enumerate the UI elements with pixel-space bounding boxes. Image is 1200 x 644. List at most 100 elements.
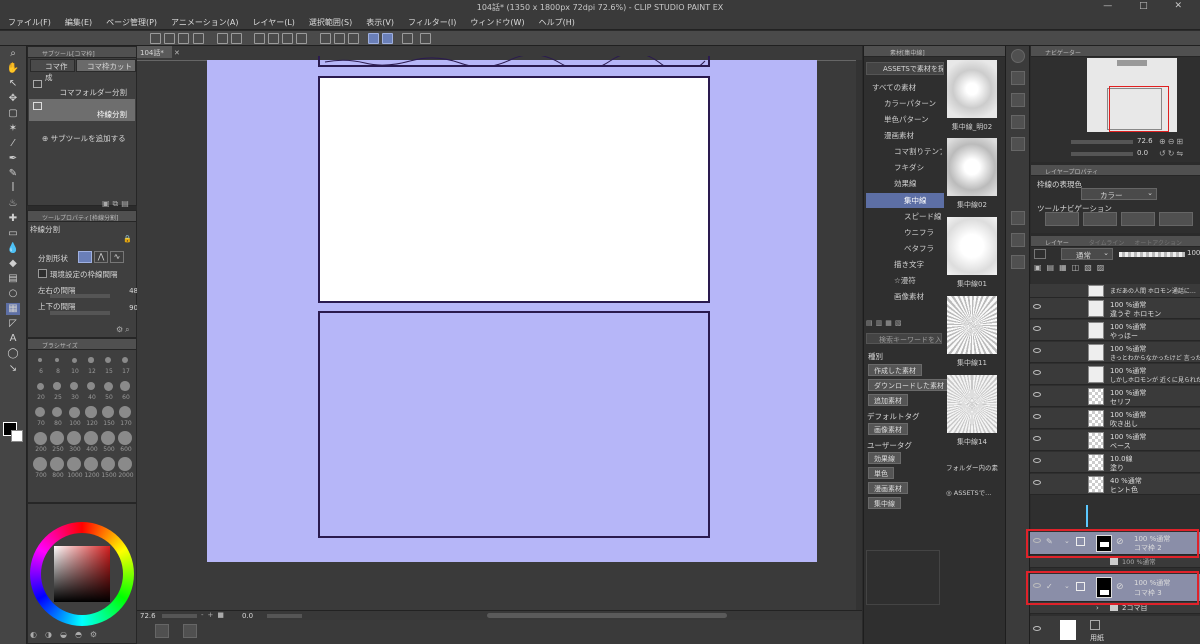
layer-row[interactable]: 100 %通常 ベース [1030,430,1200,451]
snap-icon[interactable] [334,33,345,44]
eyedropper-icon[interactable]: ⁄ [6,138,20,150]
animation-cels-icon[interactable] [1011,233,1025,247]
v-gap-slider[interactable] [50,311,110,315]
tree-uni-flash[interactable]: ウニフラ [904,227,934,238]
undo-icon[interactable] [217,33,228,44]
tree-frame-template[interactable]: コマ割りテンプレート [894,146,942,157]
layer-search-icon[interactable] [1011,211,1025,225]
brush-size-option[interactable] [68,406,80,418]
tag-manga[interactable]: 漫画素材 [868,482,908,494]
brush-size-option[interactable] [103,381,113,391]
item-bank-icon[interactable] [1011,137,1025,151]
crop-icon[interactable] [320,33,331,44]
layer-toolbar-icons[interactable]: ▣▤▦◫▧▨ [1034,263,1194,275]
menu-help[interactable]: ヘルプ(H) [531,14,581,28]
brush-size-option[interactable] [50,431,64,445]
brush-size-option[interactable] [54,357,60,363]
new-file-icon[interactable] [150,33,161,44]
zoom-value[interactable]: 72.6 [140,612,156,620]
panel-frame-3[interactable] [318,311,710,538]
navigator-viewport-box[interactable] [1109,86,1169,132]
menu-selection[interactable]: 選択範囲(S) [301,14,358,28]
visibility-eye-icon[interactable] [1033,348,1041,353]
subtool-footer-icons[interactable]: ▣⧉▤ [102,199,132,209]
blend-icon[interactable]: 💧 [6,243,20,255]
tab-auto-action[interactable]: オートアクション [1134,240,1182,247]
tree-manpu[interactable]: ☆漫符 [894,275,916,286]
ruler-tool-icon[interactable]: ◸ [6,318,20,330]
h-gap-value[interactable]: 48 [124,287,138,295]
subtool-item-border-split[interactable]: 枠線分割 [29,99,135,121]
shape-curve-button[interactable]: ∿ [110,251,124,263]
device-icon[interactable] [420,33,431,44]
canvas-page[interactable] [207,56,817,562]
tag-concentration[interactable]: 集中線 [868,497,901,509]
nav-button-3[interactable] [1121,212,1155,226]
layer-icon[interactable] [1011,255,1025,269]
tree-all[interactable]: すべての素材 [872,82,916,93]
tree-mono-pattern[interactable]: 単色パターン [884,114,929,125]
menu-page[interactable]: ページ管理(P) [98,14,163,28]
v-gap-value[interactable]: 90 [124,304,138,312]
brush-size-option[interactable] [50,457,64,471]
auto-select-icon[interactable]: ✶ [6,123,20,135]
save-icon[interactable] [178,33,189,44]
tree-balloon[interactable]: フキダシ [894,162,924,173]
env-gap-checkbox[interactable] [38,269,47,278]
layer-row[interactable]: 100 %通常 きっとわからなかったけど 言ったか [1030,342,1200,363]
menu-window[interactable]: ウィンドウ(W) [462,14,530,28]
tab-frame-cut[interactable]: コマ枠カット [76,59,136,72]
brush-size-option[interactable] [85,406,97,418]
brush-size-option[interactable] [51,406,63,418]
zoom-slider[interactable] [162,614,197,618]
color-sv-square[interactable] [54,546,110,602]
tag-mono[interactable]: 単色 [868,467,894,479]
airbrush-icon[interactable]: ♨ [6,198,20,210]
toolprop-footer-icons[interactable]: ⚙⌕ [116,325,132,335]
blend-mode-select[interactable]: 通常 ⌄ [1061,248,1113,260]
tree-color-pattern[interactable]: カラーパターン [884,98,936,109]
tag-created[interactable]: 作成した素材 [868,364,922,376]
page-list-icon[interactable] [155,624,169,638]
visibility-eye-icon[interactable] [1033,480,1041,485]
visibility-eye-icon[interactable] [1033,370,1041,375]
navigator-icon[interactable] [1011,49,1025,63]
border-color-select[interactable]: カラー ⌄ [1081,188,1157,200]
brush-size-option[interactable] [35,407,45,417]
tree-beta-flash[interactable]: ベタフラ [904,243,934,254]
visibility-eye-icon[interactable] [1033,626,1041,631]
zoom-tool-icon[interactable]: ⌕ [6,48,20,60]
tree-effect-line[interactable]: 効果線 [894,178,917,189]
assets-search-button[interactable]: ASSETSで素材を探す [866,62,944,75]
move-layer-icon[interactable]: ✥ [6,93,20,105]
material-thumb-5[interactable] [947,375,997,433]
material-thumb-4[interactable] [947,296,997,354]
navigator-zoom[interactable]: 72.6 [1137,137,1153,145]
menu-filter[interactable]: フィルター(I) [400,14,462,28]
visibility-eye-icon[interactable] [1033,414,1041,419]
tab-timeline[interactable]: タイムライン [1089,240,1125,247]
info-icon[interactable] [1011,93,1025,107]
operation-tool-icon[interactable]: ↖ [6,78,20,90]
snap-special-ruler-icon[interactable] [382,33,393,44]
material-thumb-1[interactable] [947,60,997,118]
selection-tool-icon[interactable]: ▢ [6,108,20,120]
color-footer-icons[interactable]: ◐◑◒◓⚙ [30,630,105,639]
print-icon[interactable] [193,33,204,44]
fill-icon[interactable] [268,33,279,44]
tag-effect-line[interactable]: 効果線 [868,452,901,464]
layer-row[interactable]: まだあの人間 ホロモン通話に… [1030,284,1200,298]
decoration-icon[interactable]: ✚ [6,213,20,225]
tag-added[interactable]: 追加素材 [868,394,908,406]
fill-tool-icon[interactable]: ◆ [6,258,20,270]
shape-polyline-button[interactable]: ⋀ [94,251,108,263]
brush-size-option[interactable] [102,406,114,418]
canvas-tab[interactable]: 104話* [137,46,172,58]
tree-manga[interactable]: 漫画素材 [884,130,914,141]
brush-size-option[interactable] [88,357,94,363]
nav-button-4[interactable] [1159,212,1193,226]
panel-frame-2[interactable] [318,76,710,303]
nav-button-1[interactable] [1045,212,1079,226]
tree-drawn-text[interactable]: 描き文字 [894,259,924,270]
opacity-value[interactable]: 100 [1187,249,1200,257]
